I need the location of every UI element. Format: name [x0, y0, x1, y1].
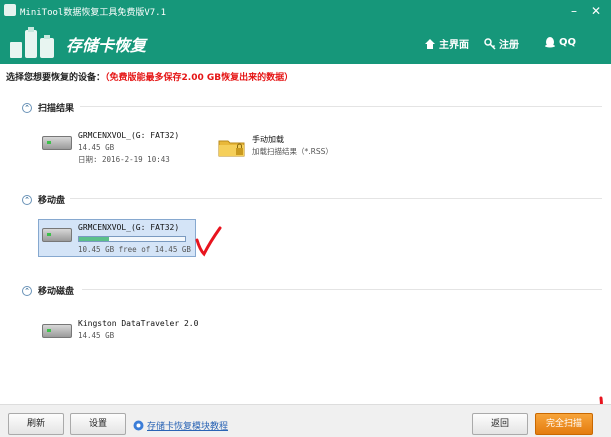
collapse-icon[interactable]: ⌃: [22, 194, 32, 205]
home-icon: [425, 38, 435, 49]
full-scan-button[interactable]: 完全扫描: [535, 413, 593, 435]
drive-icon: [42, 324, 72, 338]
drive-free-space: 10.45 GB free of 14.45 GB: [78, 245, 191, 254]
section-title: 移动磁盘: [38, 287, 75, 297]
drive-date: 日期: 2016-2-19 10:43: [78, 155, 170, 164]
section-title: 扫描结果: [38, 104, 75, 114]
divider: [82, 289, 602, 290]
tutorial-link[interactable]: 存储卡恢复模块教程: [133, 419, 228, 432]
collapse-icon[interactable]: ⌃: [22, 285, 32, 296]
qq-icon: [545, 37, 555, 48]
nav-home-label: 主界面: [439, 40, 469, 51]
nav-register-label: 注册: [499, 40, 519, 51]
collapse-icon[interactable]: ⌃: [22, 102, 32, 113]
drive-usage-bar: [78, 236, 186, 242]
app-icon: [4, 4, 16, 16]
drive-size: 14.45 GB: [78, 331, 115, 340]
minimize-button[interactable]: –: [566, 3, 582, 19]
nav-qq-label: QQ: [559, 36, 577, 48]
manual-load-desc: 加载扫描结果（*.RSS）: [252, 147, 333, 156]
red-checkmark-annotation: [195, 226, 222, 257]
usage-fill: [79, 237, 109, 241]
tutorial-link-label: 存储卡恢复模块教程: [147, 422, 229, 432]
device-select-prompt: 选择您想要恢复的设备：（免费版能最多保存2.00 GB恢复出来的数据）: [6, 70, 293, 83]
refresh-button[interactable]: 刷新: [8, 413, 64, 435]
close-button[interactable]: ✕: [588, 3, 604, 19]
drive-icon: [42, 136, 72, 150]
section-removable[interactable]: ⌃ 移动盘: [22, 193, 65, 206]
key-icon: [484, 37, 496, 50]
nav-qq-button[interactable]: QQ: [544, 36, 576, 48]
help-icon: [133, 420, 144, 431]
drive-name: GRMCENXVOL_(G: FAT32): [78, 223, 180, 232]
section-scan-results[interactable]: ⌃ 扫描结果: [22, 101, 74, 114]
free-limit-notice: （免费版能最多保存2.00 GB恢复出来的数据）: [105, 73, 294, 83]
divider: [80, 106, 602, 107]
back-button[interactable]: 返回: [472, 413, 528, 435]
section-removable-disk[interactable]: ⌃ 移动磁盘: [22, 284, 74, 297]
manual-load-item[interactable]: 手动加载 加载扫描结果（*.RSS）: [218, 134, 333, 158]
footer-bar: 刷新 设置 存储卡恢复模块教程 返回 完全扫描: [0, 404, 611, 437]
kingston-drive[interactable]: Kingston DataTraveler 2.0 14.45 GB: [42, 318, 198, 342]
drive-name: GRMCENXVOL_(G: FAT32): [78, 131, 180, 140]
drive-icon: [42, 228, 72, 242]
storage-card-logo-icon: [10, 27, 54, 58]
drive-name: Kingston DataTraveler 2.0: [78, 319, 199, 328]
scan-result-drive[interactable]: GRMCENXVOL_(G: FAT32) 14.45 GB 日期: 2016-…: [42, 130, 179, 166]
title-bar: MiniTool数据恢复工具免费版V7.1 – ✕: [0, 0, 611, 22]
drive-size: 14.45 GB: [78, 143, 115, 152]
manual-load-label: 手动加载: [252, 135, 284, 144]
settings-button[interactable]: 设置: [70, 413, 126, 435]
folder-lock-icon: [218, 140, 245, 157]
app-header: 存储卡恢复 主界面 注册 QQ: [0, 22, 611, 64]
removable-drive[interactable]: GRMCENXVOL_(G: FAT32) 10.45 GB free of 1…: [42, 222, 191, 256]
section-title: 移动盘: [38, 196, 66, 206]
nav-home-button[interactable]: 主界面: [424, 36, 469, 51]
divider: [70, 198, 602, 199]
nav-register-button[interactable]: 注册: [484, 36, 519, 51]
window-title: MiniTool数据恢复工具免费版V7.1: [20, 8, 167, 18]
app-title: 存储卡恢复: [66, 36, 147, 55]
prompt-label: 选择您想要恢复的设备：: [6, 73, 106, 83]
